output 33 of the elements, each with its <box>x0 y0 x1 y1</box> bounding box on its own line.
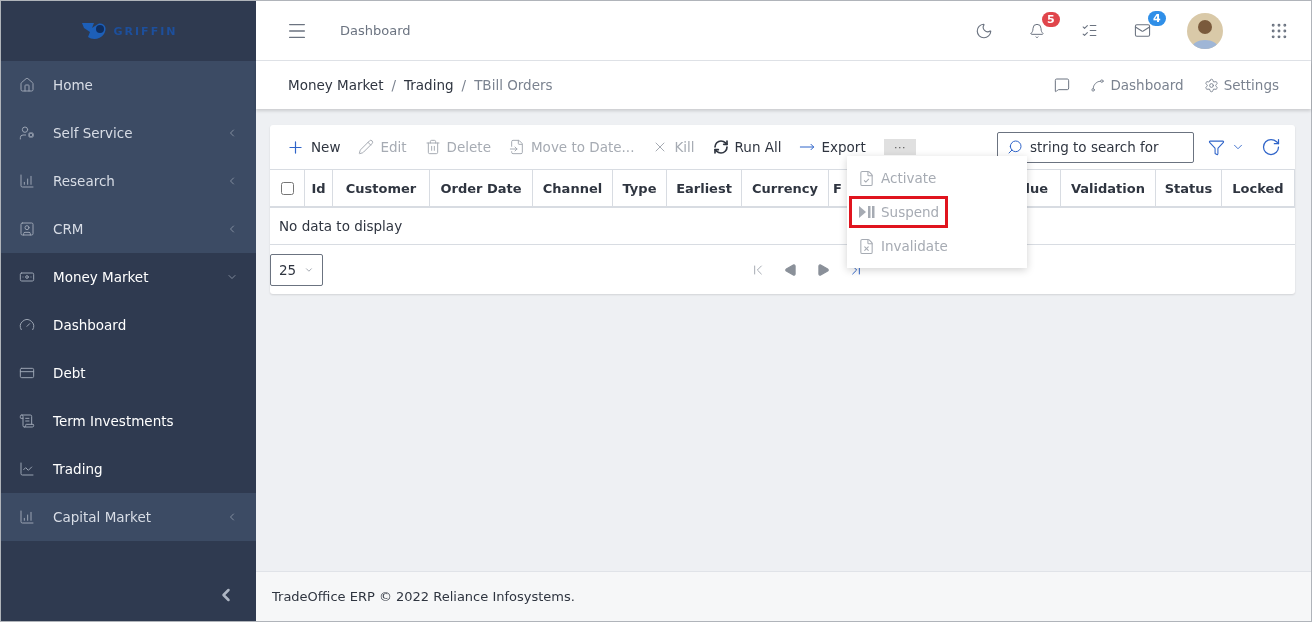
breadcrumb-separator: / <box>461 77 467 93</box>
breadcrumb-link[interactable]: Trading <box>404 77 454 93</box>
column-header[interactable]: Locked <box>1222 170 1295 208</box>
header-link[interactable]: Dashboard <box>1090 77 1184 93</box>
footer-text: TradeOffice ERP © 2022 Reliance Infosystems. <box>256 571 1311 621</box>
page-title: Dashboard <box>340 23 412 38</box>
column-header[interactable]: Earliest <box>667 170 742 208</box>
more-button[interactable]: ··· <box>883 139 916 155</box>
column-header[interactable]: Currency <box>742 170 829 208</box>
sidebar-item[interactable]: CRM <box>1 205 256 253</box>
header-link[interactable]: Settings <box>1203 77 1279 93</box>
toolbar-button[interactable]: New <box>286 137 349 157</box>
search-field[interactable]: string to search for <box>997 131 1194 163</box>
page-size-select[interactable]: 25 <box>270 253 323 286</box>
column-header[interactable]: Customer <box>333 170 430 208</box>
logo-text: GRIFFIN <box>113 24 178 38</box>
toolbar-button[interactable]: Export <box>799 139 874 155</box>
breadcrumb-link[interactable]: TBill Orders <box>474 77 553 93</box>
column-header[interactable]: Id <box>305 170 333 208</box>
sidebar-item[interactable]: Research <box>1 157 256 205</box>
sidebar-item[interactable]: Capital Market <box>1 493 256 541</box>
notification-badge: 5 <box>1042 11 1060 27</box>
column-header[interactable]: Channel <box>533 170 613 208</box>
sidebar-item[interactable]: Self Service <box>1 109 256 157</box>
column-header[interactable]: Validation <box>1061 170 1156 208</box>
message-badge: 4 <box>1148 11 1166 26</box>
breadcrumb-link[interactable]: Money Market <box>288 77 384 93</box>
toolbar-button[interactable]: Run All <box>712 139 790 155</box>
column-header[interactable]: Status <box>1156 170 1222 208</box>
column-header[interactable]: Type <box>613 170 667 208</box>
breadcrumb-separator: / <box>391 77 397 93</box>
column-header[interactable]: Order Date <box>430 170 533 208</box>
sidebar-item[interactable]: Home <box>1 61 256 109</box>
